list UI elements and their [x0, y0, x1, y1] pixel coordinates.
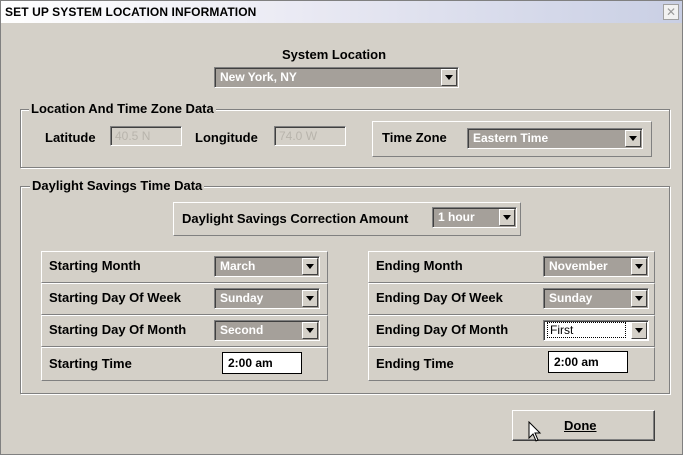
- ending-month-label: Ending Month: [376, 258, 463, 273]
- chevron-down-icon[interactable]: [631, 322, 647, 339]
- done-button-label: Done: [564, 418, 597, 433]
- ending-dom-value: First: [547, 322, 626, 338]
- starting-time-field[interactable]: 2:00 am: [222, 352, 302, 374]
- ending-dow-label: Ending Day Of Week: [376, 290, 503, 305]
- longitude-field[interactable]: 74.0 W: [274, 126, 346, 146]
- ending-dom-select[interactable]: First: [543, 320, 649, 341]
- ending-dow-select[interactable]: Sunday: [543, 288, 649, 309]
- chevron-down-icon[interactable]: [625, 130, 641, 147]
- chevron-down-icon[interactable]: [302, 322, 318, 339]
- starting-month-select[interactable]: March: [214, 256, 320, 277]
- starting-dow-select[interactable]: Sunday: [214, 288, 320, 309]
- chevron-down-icon[interactable]: [631, 290, 647, 307]
- starting-dom-value: Second: [220, 323, 264, 337]
- ending-month-select[interactable]: November: [543, 256, 649, 277]
- title-bar[interactable]: SET UP SYSTEM LOCATION INFORMATION ✕: [1, 1, 682, 23]
- dialog-window: SET UP SYSTEM LOCATION INFORMATION ✕ Sys…: [0, 0, 683, 455]
- starting-time-label: Starting Time: [49, 356, 132, 371]
- system-location-value: New York, NY: [220, 70, 297, 84]
- correction-select[interactable]: 1 hour: [432, 207, 517, 228]
- timezone-select[interactable]: Eastern Time: [467, 128, 643, 149]
- starting-dom-label: Starting Day Of Month: [49, 322, 187, 337]
- latitude-field[interactable]: 40.5 N: [110, 126, 182, 146]
- window-title: SET UP SYSTEM LOCATION INFORMATION: [5, 5, 257, 19]
- dst-group-label: Daylight Savings Time Data: [30, 178, 205, 193]
- timezone-value: Eastern Time: [473, 131, 549, 145]
- ending-time-field[interactable]: 2:00 am: [548, 351, 628, 373]
- longitude-label: Longitude: [195, 130, 258, 145]
- ending-time-label: Ending Time: [376, 356, 454, 371]
- timezone-label: Time Zone: [382, 130, 447, 145]
- correction-label: Daylight Savings Correction Amount: [182, 211, 409, 226]
- chevron-down-icon[interactable]: [499, 209, 515, 226]
- chevron-down-icon[interactable]: [441, 69, 457, 86]
- arrow-cursor-icon: [528, 421, 542, 442]
- ending-dom-label: Ending Day Of Month: [376, 322, 509, 337]
- system-location-label: System Location: [282, 47, 387, 62]
- starting-month-value: March: [220, 259, 256, 273]
- chevron-down-icon[interactable]: [631, 258, 647, 275]
- starting-dom-select[interactable]: Second: [214, 320, 320, 341]
- correction-value: 1 hour: [438, 210, 475, 224]
- chevron-down-icon[interactable]: [302, 258, 318, 275]
- starting-month-label: Starting Month: [49, 258, 141, 273]
- ending-dow-value: Sunday: [549, 291, 593, 305]
- location-timezone-group-label: Location And Time Zone Data: [29, 101, 216, 116]
- close-icon[interactable]: ✕: [663, 4, 679, 20]
- starting-dow-value: Sunday: [220, 291, 264, 305]
- starting-dow-label: Starting Day Of Week: [49, 290, 181, 305]
- ending-month-value: November: [549, 259, 608, 273]
- latitude-label: Latitude: [45, 130, 96, 145]
- system-location-select[interactable]: New York, NY: [214, 67, 459, 88]
- chevron-down-icon[interactable]: [302, 290, 318, 307]
